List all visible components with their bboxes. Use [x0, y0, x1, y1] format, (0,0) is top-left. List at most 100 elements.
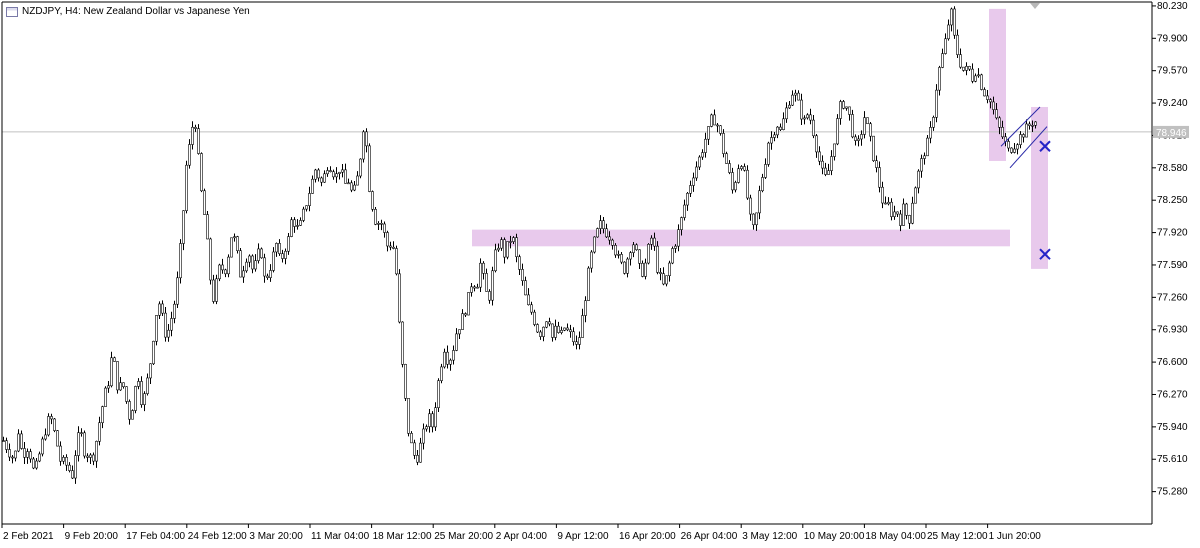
- candle-body: [254, 260, 257, 270]
- candle-body: [689, 185, 692, 194]
- candle-body: [143, 393, 146, 405]
- candle-body: [365, 131, 368, 147]
- candle-body: [758, 190, 761, 214]
- candle-body: [164, 312, 167, 338]
- price-chart-svg[interactable]: 80.23079.90079.57079.24078.91078.58078.2…: [0, 0, 1200, 548]
- x-tick-label: 17 Feb 04:00: [126, 531, 185, 542]
- candle-body: [587, 267, 590, 301]
- candle-body: [341, 169, 344, 173]
- y-tick-label: 77.920: [1157, 228, 1188, 239]
- y-tick-label: 80.230: [1157, 1, 1188, 12]
- candle-body: [782, 118, 785, 130]
- candle-body: [788, 104, 791, 109]
- candle-body: [89, 454, 92, 458]
- candle-body: [545, 321, 548, 328]
- candle-body: [941, 53, 944, 68]
- candle-body: [425, 426, 428, 430]
- candle-body: [326, 170, 329, 175]
- candle-body: [167, 329, 170, 338]
- candle-body: [422, 428, 425, 444]
- candle-body: [503, 239, 506, 258]
- candle-body: [701, 152, 704, 158]
- candle-body: [578, 337, 581, 345]
- candle-body: [770, 137, 773, 144]
- candle-body: [182, 210, 185, 244]
- candle-body: [329, 170, 332, 173]
- candle-body: [761, 177, 764, 192]
- y-tick-label: 78.250: [1157, 195, 1188, 206]
- candle-body: [464, 313, 467, 316]
- candle-body: [590, 251, 593, 269]
- candle-body: [668, 262, 671, 277]
- candle-body: [188, 144, 191, 166]
- candle-body: [281, 253, 284, 259]
- candle-body: [869, 123, 872, 137]
- candle-body: [11, 456, 14, 459]
- candle-body: [902, 203, 905, 226]
- candle-body: [152, 340, 155, 365]
- candle-body: [110, 357, 113, 387]
- y-tick-label: 77.590: [1157, 260, 1188, 271]
- candle-body: [893, 211, 896, 217]
- candle-body: [335, 173, 338, 178]
- candle-body: [431, 413, 434, 428]
- candle-body: [899, 213, 902, 226]
- candle-body: [71, 470, 74, 479]
- candle-body: [116, 361, 119, 391]
- candle-body: [470, 286, 473, 293]
- candle-body: [479, 262, 482, 288]
- candle-body: [320, 177, 323, 183]
- highlight-zone: [472, 229, 1010, 247]
- candle-body: [710, 114, 713, 127]
- x-tick-label: 16 Apr 20:00: [619, 531, 676, 542]
- candle-body: [521, 269, 524, 281]
- candle-body: [140, 381, 143, 405]
- current-price-label: 78.946: [1156, 128, 1187, 139]
- highlight-zone: [1031, 106, 1048, 269]
- candle-body: [44, 434, 47, 440]
- alert-triangle-icon: [1030, 3, 1040, 9]
- candle-body: [938, 67, 941, 91]
- candle-body: [686, 192, 689, 206]
- highlight-zone: [989, 8, 1006, 161]
- candle-body: [827, 170, 830, 175]
- candle-body: [209, 238, 212, 281]
- candle-body: [476, 286, 479, 289]
- candle-body: [356, 175, 359, 186]
- candle-body: [371, 191, 374, 210]
- candle-body: [611, 239, 614, 246]
- candle-body: [32, 458, 35, 469]
- candle-body: [617, 254, 620, 256]
- candle-body: [47, 416, 50, 436]
- x-tick-label: 3 Mar 20:00: [249, 531, 303, 542]
- candle-body: [119, 382, 122, 391]
- candle-body: [983, 89, 986, 97]
- candle-body: [230, 237, 233, 258]
- candle-body: [773, 134, 776, 138]
- candle-body: [797, 92, 800, 101]
- candle-body: [917, 170, 920, 189]
- candle-body: [17, 433, 20, 452]
- candle-body: [830, 156, 833, 171]
- candle-body: [824, 167, 827, 175]
- candle-body: [2, 440, 5, 442]
- candle-body: [107, 385, 110, 389]
- candle-body: [512, 237, 515, 242]
- candle-body: [842, 101, 845, 109]
- candle-body: [569, 329, 572, 333]
- candle-body: [251, 255, 254, 270]
- chart-area[interactable]: 80.23079.90079.57079.24078.91078.58078.2…: [0, 0, 1200, 548]
- candle-body: [473, 286, 476, 289]
- x-tick-label: 24 Feb 12:00: [188, 531, 247, 542]
- candle-body: [122, 382, 125, 388]
- candle-body: [926, 137, 929, 157]
- candle-body: [74, 455, 77, 479]
- candle-body: [506, 241, 509, 258]
- candle-body: [65, 457, 68, 466]
- candle-body: [299, 220, 302, 226]
- candle-body: [572, 331, 575, 343]
- candle-body: [536, 324, 539, 333]
- candle-body: [1022, 134, 1025, 138]
- candle-body: [236, 236, 239, 251]
- candle-body: [245, 261, 248, 272]
